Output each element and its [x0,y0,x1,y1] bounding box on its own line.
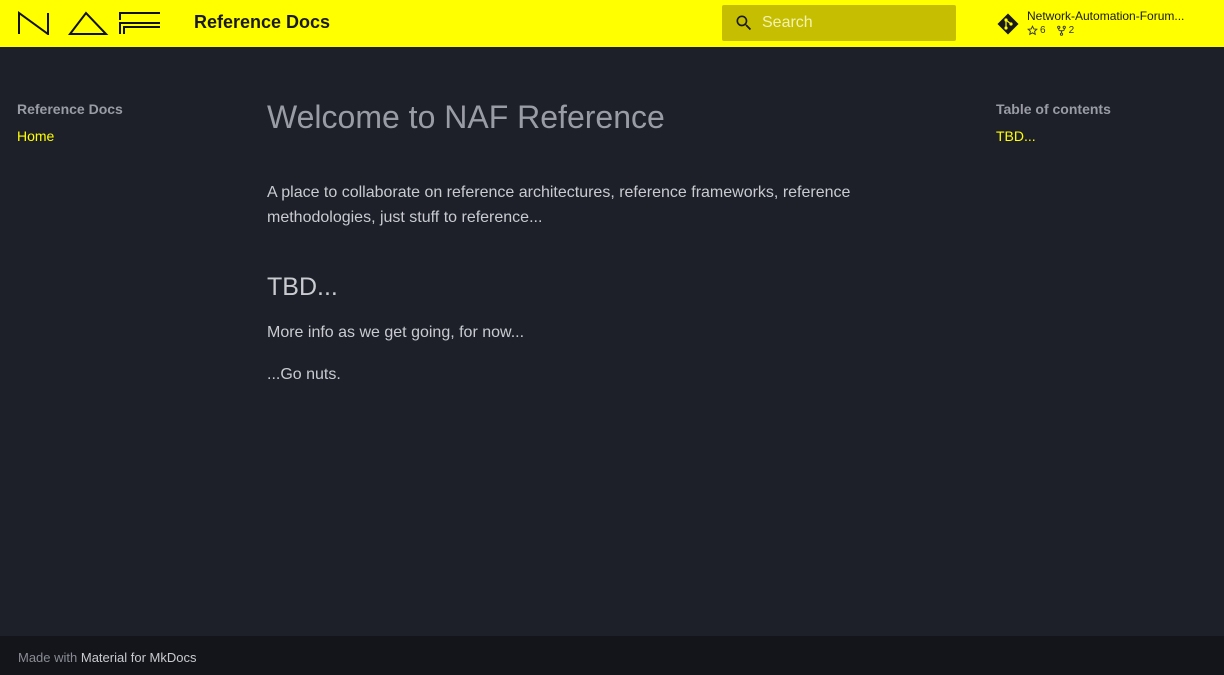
toc-item-tbd[interactable]: TBD... [996,128,1036,144]
search-box[interactable] [722,5,956,41]
paragraph-go-nuts: ...Go nuts. [267,366,341,383]
footer-text: Made with Material for MkDocs [18,650,196,665]
footer-prefix: Made with [18,650,78,665]
git-icon [996,12,1020,36]
footer: Made with Material for MkDocs [0,636,1224,675]
repo-stars: 6 [1027,25,1046,36]
repo-forks: 2 [1056,25,1074,36]
search-input[interactable] [762,5,952,41]
section-heading-tbd: TBD... [267,273,338,301]
header: Reference Docs Network-Automation-Forum.… [0,0,1224,47]
repo-link[interactable]: Network-Automation-Forum... 6 2 [996,8,1206,40]
paragraph-more-info: More info as we get going, for now... [267,324,525,341]
repo-name: Network-Automation-Forum... [1027,9,1185,23]
footer-mkdocs-link[interactable]: Material for MkDocs [81,650,197,665]
toc-title: Table of contents [996,101,1111,117]
site-title: Reference Docs [194,12,331,32]
fork-icon [1056,25,1066,36]
star-icon [1027,25,1038,36]
intro-paragraph: A place to collaborate on reference arch… [267,184,851,226]
naf-logo[interactable] [18,11,162,36]
nav-item-home[interactable]: Home [17,128,54,144]
nav-title: Reference Docs [17,101,123,117]
page-title: Welcome to NAF Reference [267,99,665,135]
search-icon [734,13,754,33]
repo-facts: 6 2 [1027,25,1074,36]
